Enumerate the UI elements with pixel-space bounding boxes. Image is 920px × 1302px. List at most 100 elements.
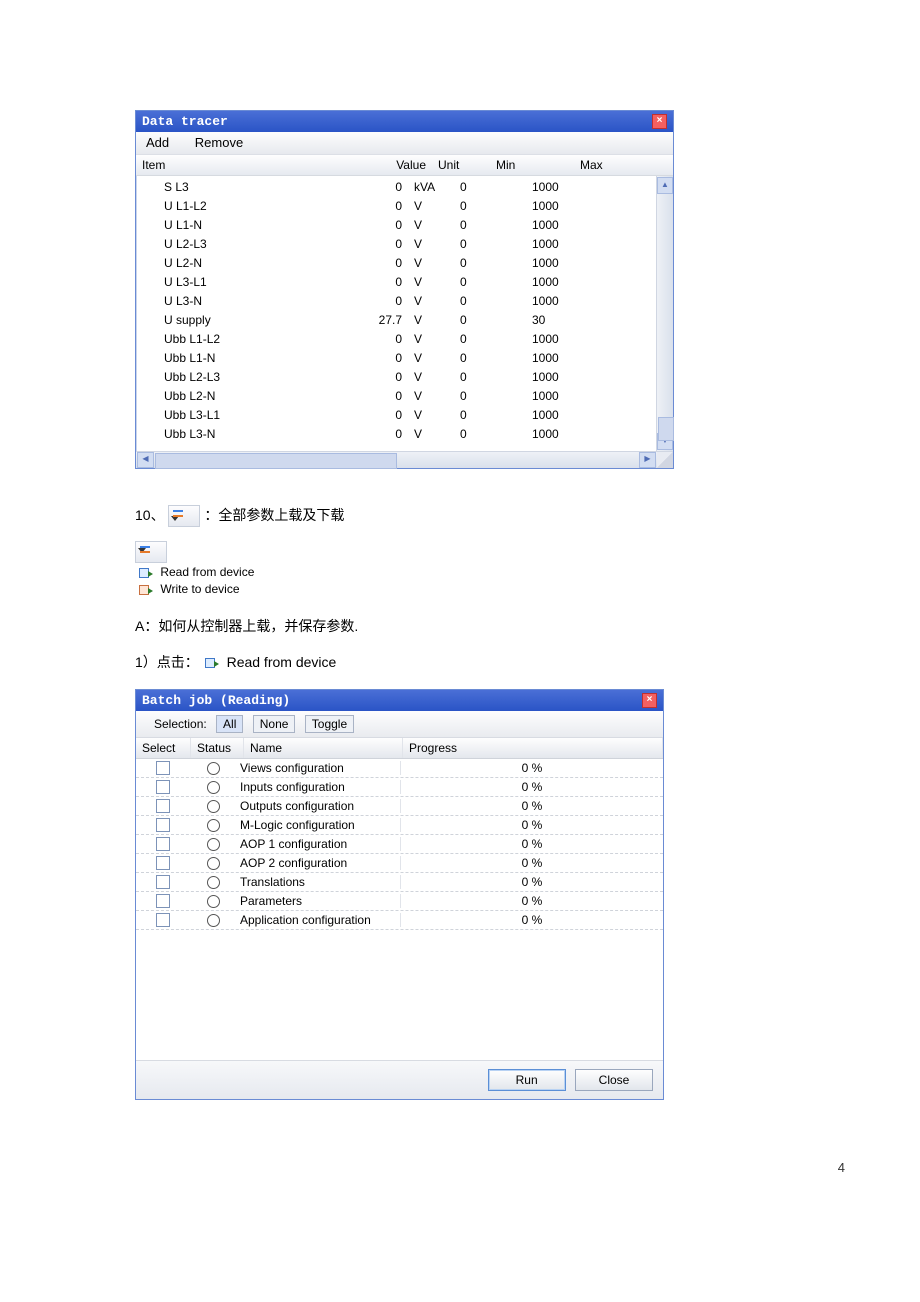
remove-button[interactable]: Remove [195, 135, 243, 150]
status-icon [207, 876, 220, 889]
cell-max: 30 [526, 311, 598, 330]
table-row[interactable]: U L2-N0V01000 [136, 254, 656, 273]
select-none-button[interactable]: None [253, 715, 296, 733]
cell-name: Views configuration [236, 761, 401, 775]
menu-write-to-device[interactable]: Write to device [137, 582, 785, 597]
checkbox[interactable] [156, 799, 170, 813]
caption-line-a: A：如何从控制器上载，并保存参数. [135, 615, 785, 637]
col-unit[interactable]: Unit [432, 155, 490, 175]
col-status[interactable]: Status [191, 738, 244, 758]
title-bar[interactable]: Data tracer × [136, 111, 673, 132]
cell-value: 0 [344, 178, 408, 197]
menu-label: Read from device [160, 565, 254, 579]
close-icon[interactable]: × [642, 693, 657, 708]
cell-unit: V [408, 292, 454, 311]
cell-value: 0 [344, 330, 408, 349]
hscroll-thumb[interactable] [155, 453, 397, 469]
read-icon [203, 656, 219, 670]
table-row[interactable]: S L30kVA01000 [136, 178, 656, 197]
table-row[interactable]: Ubb L1-L20V01000 [136, 330, 656, 349]
checkbox[interactable] [156, 780, 170, 794]
scroll-thumb[interactable] [658, 417, 674, 441]
cell-name: AOP 1 configuration [236, 837, 401, 851]
horizontal-scrollbar[interactable]: ◀ ▶ [136, 451, 673, 468]
write-icon [137, 583, 153, 597]
cell-unit: V [408, 311, 454, 330]
cell-max: 1000 [526, 387, 598, 406]
cell-value: 0 [344, 235, 408, 254]
cell-unit: kVA [408, 178, 454, 197]
cell-value: 0 [344, 254, 408, 273]
cell-max: 1000 [526, 292, 598, 311]
col-name[interactable]: Name [244, 738, 403, 758]
cell-item: Ubb L2-L3 [136, 368, 344, 387]
checkbox[interactable] [156, 856, 170, 870]
status-icon [207, 762, 220, 775]
transfer-icon[interactable] [135, 541, 167, 563]
close-button[interactable]: Close [575, 1069, 653, 1091]
cell-name: Outputs configuration [236, 799, 401, 813]
table-row[interactable]: U supply27.7V030 [136, 311, 656, 330]
scroll-up-icon[interactable]: ▲ [657, 177, 673, 194]
checkbox[interactable] [156, 913, 170, 927]
cell-progress: 0 % [401, 856, 663, 870]
run-button[interactable]: Run [488, 1069, 566, 1091]
table-row: AOP 2 configuration0 % [136, 854, 663, 873]
cell-value: 0 [344, 273, 408, 292]
add-button[interactable]: Add [146, 135, 169, 150]
transfer-dropdown: Read from device Write to device [135, 541, 785, 597]
vertical-scrollbar[interactable]: ▲ ▼ [656, 176, 673, 451]
col-value[interactable]: Value [356, 155, 432, 175]
table-row[interactable]: Ubb L1-N0V01000 [136, 349, 656, 368]
cell-item: U L3-N [136, 292, 344, 311]
checkbox[interactable] [156, 818, 170, 832]
cell-unit: V [408, 425, 454, 444]
checkbox[interactable] [156, 875, 170, 889]
table-row[interactable]: Ubb L3-L10V01000 [136, 406, 656, 425]
select-all-button[interactable]: All [216, 715, 243, 733]
cell-min: 0 [454, 273, 526, 292]
menu-read-from-device[interactable]: Read from device [137, 565, 785, 580]
cell-min: 0 [454, 387, 526, 406]
table-row[interactable]: U L3-N0V01000 [136, 292, 656, 311]
table-row: Inputs configuration0 % [136, 778, 663, 797]
table-row[interactable]: Ubb L2-N0V01000 [136, 387, 656, 406]
checkbox[interactable] [156, 894, 170, 908]
read-icon [137, 566, 153, 580]
checkbox[interactable] [156, 761, 170, 775]
col-max[interactable]: Max [574, 155, 658, 175]
status-icon [207, 800, 220, 813]
table-row[interactable]: U L1-L20V01000 [136, 197, 656, 216]
table-row[interactable]: Ubb L2-L30V01000 [136, 368, 656, 387]
select-toggle-button[interactable]: Toggle [305, 715, 354, 733]
cell-item: S L3 [136, 178, 344, 197]
cell-min: 0 [454, 368, 526, 387]
cell-unit: V [408, 197, 454, 216]
cell-unit: V [408, 330, 454, 349]
selection-bar: Selection: All None Toggle [136, 711, 663, 738]
cell-max: 1000 [526, 406, 598, 425]
cell-item: U supply [136, 311, 344, 330]
table-row[interactable]: Ubb L3-N0V01000 [136, 425, 656, 444]
cell-max: 1000 [526, 235, 598, 254]
cell-item: Ubb L3-L1 [136, 406, 344, 425]
table-row[interactable]: U L3-L10V01000 [136, 273, 656, 292]
scroll-right-icon[interactable]: ▶ [639, 452, 656, 468]
resize-grip-icon[interactable] [657, 452, 673, 468]
table-row: Translations0 % [136, 873, 663, 892]
line1-prefix: 1）点击： [135, 654, 199, 670]
col-item[interactable]: Item [136, 155, 356, 175]
close-icon[interactable]: × [652, 114, 667, 129]
table-row[interactable]: U L1-N0V01000 [136, 216, 656, 235]
cell-min: 0 [454, 425, 526, 444]
title-bar[interactable]: Batch job (Reading) × [136, 690, 663, 711]
cell-max: 1000 [526, 216, 598, 235]
table-row[interactable]: U L2-L30V01000 [136, 235, 656, 254]
cell-unit: V [408, 406, 454, 425]
scroll-left-icon[interactable]: ◀ [137, 452, 154, 468]
col-select[interactable]: Select [136, 738, 191, 758]
checkbox[interactable] [156, 837, 170, 851]
col-progress[interactable]: Progress [403, 738, 663, 758]
cell-max: 1000 [526, 330, 598, 349]
col-min[interactable]: Min [490, 155, 574, 175]
